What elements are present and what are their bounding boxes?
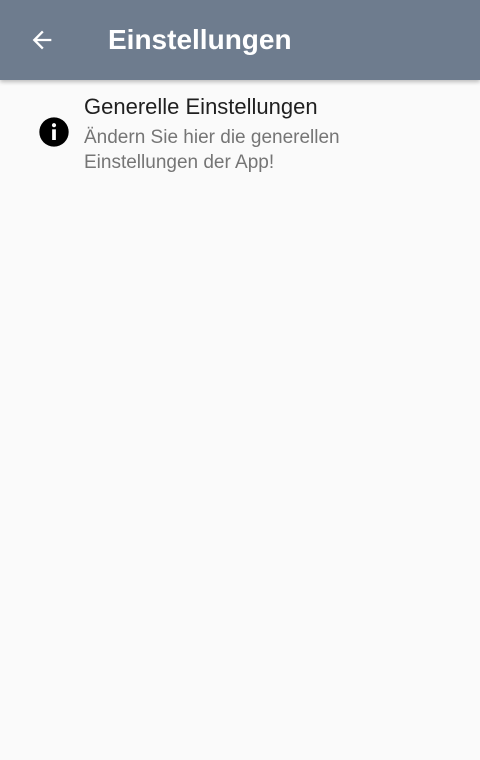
arrow-back-icon bbox=[32, 30, 52, 50]
info-icon bbox=[38, 116, 70, 148]
preference-general-settings[interactable]: Generelle Einstellungen Ändern Sie hier … bbox=[0, 80, 480, 184]
page-title: Einstellungen bbox=[108, 24, 292, 55]
settings-list: Generelle Einstellungen Ändern Sie hier … bbox=[0, 80, 480, 760]
preference-summary: Ändern Sie hier die generellen Einstellu… bbox=[84, 127, 340, 173]
app-bar: Einstellungen bbox=[0, 0, 480, 80]
preference-title: Generelle Einstellungen bbox=[84, 94, 318, 119]
back-button[interactable] bbox=[16, 14, 68, 66]
